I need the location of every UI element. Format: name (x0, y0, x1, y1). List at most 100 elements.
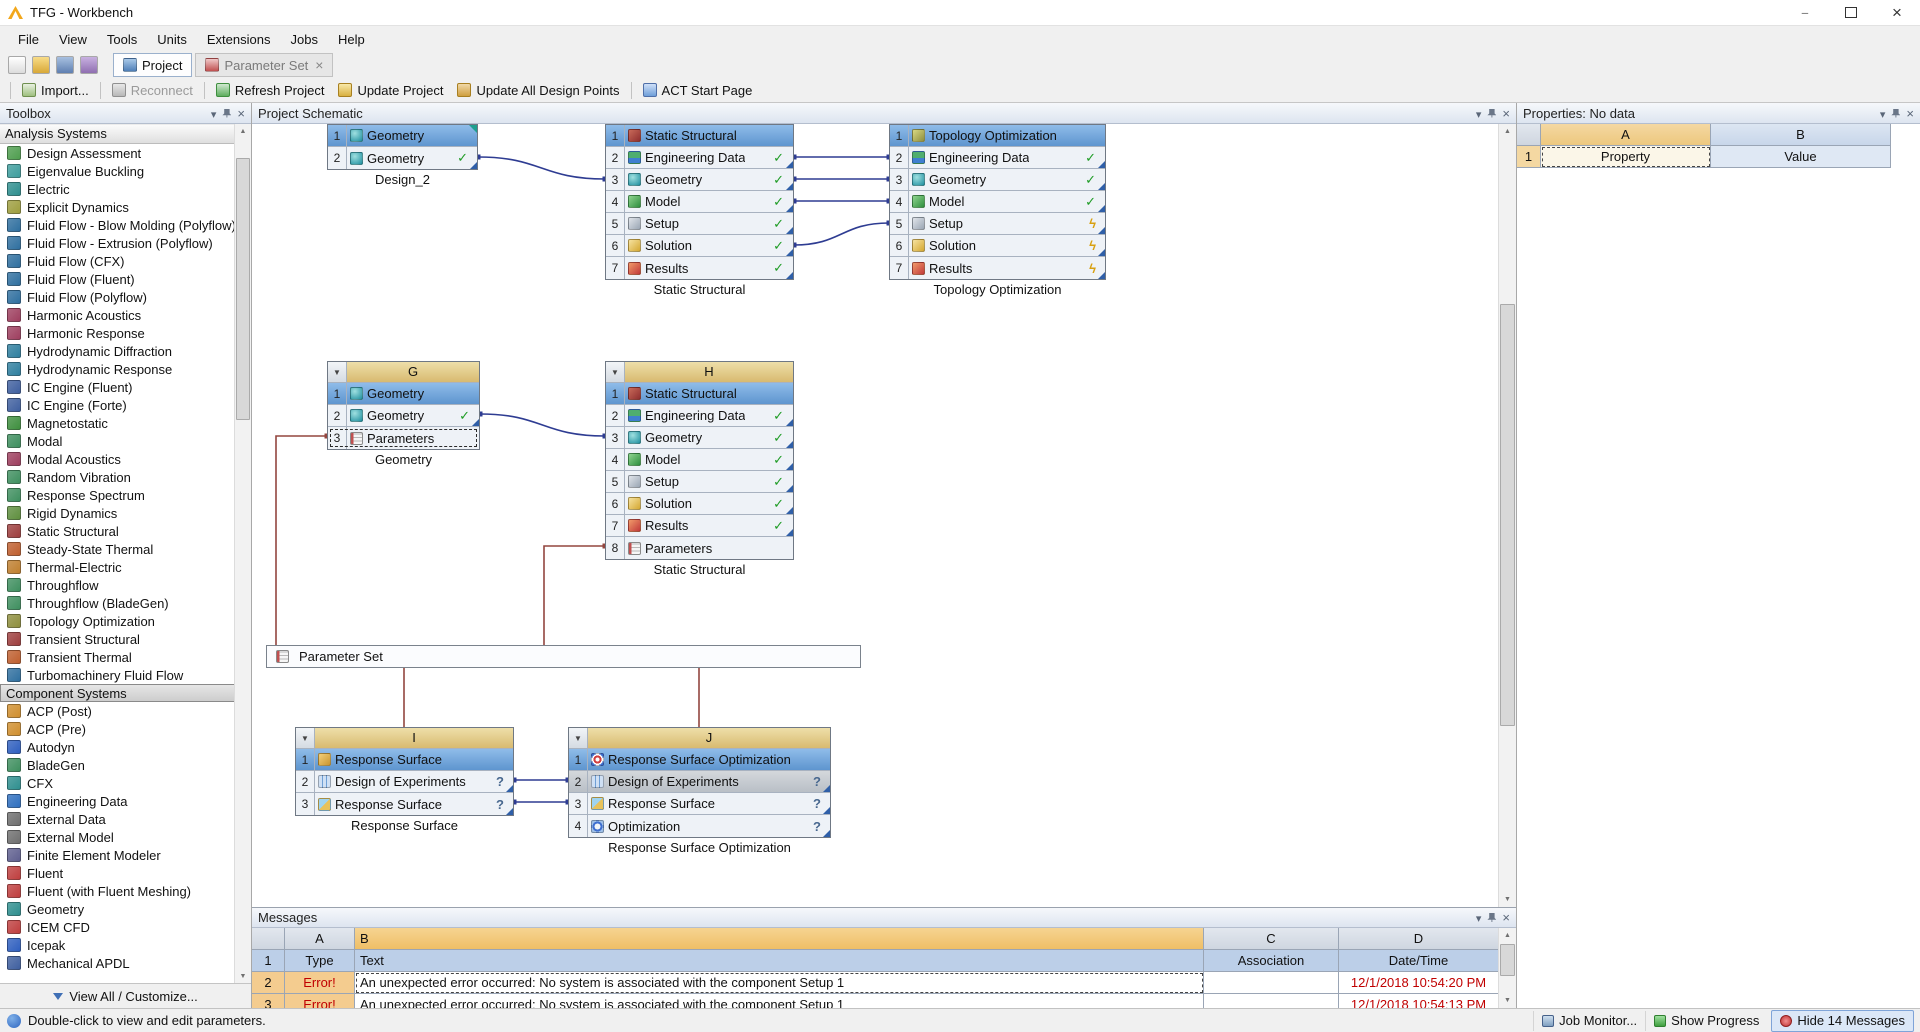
close-tab-icon[interactable] (313, 57, 323, 73)
system-H-cell-4[interactable]: 4 Model (606, 449, 793, 471)
system-caption[interactable]: Response Surface (256, 818, 553, 833)
toolbox-item-topology-optimization[interactable]: Topology Optimization (0, 612, 235, 630)
close-panel-icon[interactable] (237, 106, 245, 121)
toolbox-item-icem-cfd[interactable]: ICEM CFD (0, 918, 235, 936)
toolbox-item-eigenvalue-buckling[interactable]: Eigenvalue Buckling (0, 162, 235, 180)
toolbox-section-component-systems[interactable]: Component Systems (0, 684, 235, 702)
column-d-header[interactable]: D (1339, 928, 1499, 950)
schematic-scrollbar[interactable] (1498, 124, 1516, 907)
toolbox-item-hydrodynamic-response[interactable]: Hydrodynamic Response (0, 360, 235, 378)
schematic-canvas[interactable]: 1 Geometry 2 Geometry Design_2 1 Static Struct… (252, 124, 1516, 907)
toolbox-item-cfx[interactable]: CFX (0, 774, 235, 792)
system-B-cell-3[interactable]: 3 Geometry (606, 169, 793, 191)
value-cell[interactable]: Value (1711, 146, 1891, 168)
toolbar-button-import[interactable]: Import... (15, 81, 96, 100)
toolbox-item-ic-engine-forte[interactable]: IC Engine (Forte) (0, 396, 235, 414)
statusbar-button-job-monitor[interactable]: Job Monitor... (1533, 1010, 1645, 1031)
system-B-cell-6[interactable]: 6 Solution (606, 235, 793, 257)
menu-units[interactable]: Units (147, 28, 197, 51)
panel-caret-icon[interactable] (211, 106, 217, 121)
toolbox-item-design-assessment[interactable]: Design Assessment (0, 144, 235, 162)
system-caption[interactable]: Topology Optimization (850, 282, 1145, 297)
toolbox-item-transient-structural[interactable]: Transient Structural (0, 630, 235, 648)
toolbox-item-thermal-electric[interactable]: Thermal-Electric (0, 558, 235, 576)
toolbox-item-fluid-flow-fluent[interactable]: Fluid Flow (Fluent) (0, 270, 235, 288)
scroll-down-icon[interactable] (235, 969, 251, 984)
new-button[interactable] (8, 56, 26, 74)
toolbox-item-mechanical-apdl[interactable]: Mechanical APDL (0, 954, 235, 972)
system-H-cell-5[interactable]: 5 Setup (606, 471, 793, 493)
toolbox-item-turbomachinery-fluid-flow[interactable]: Turbomachinery Fluid Flow (0, 666, 235, 684)
toolbar-button-update-all-design-points[interactable]: Update All Design Points (450, 81, 626, 100)
toolbox-item-throughflow[interactable]: Throughflow (0, 576, 235, 594)
system-menu-arrow-icon[interactable] (328, 362, 347, 382)
column-c-header[interactable]: C (1204, 928, 1339, 950)
save-button[interactable] (56, 56, 74, 74)
system-G-cell-3[interactable]: 3 Parameters (328, 427, 479, 449)
message-row[interactable]: 3 Error! An unexpected error occurred: No … (252, 994, 1499, 1008)
system-C-cell-6[interactable]: 6 Solution (890, 235, 1105, 257)
toolbox-item-magnetostatic[interactable]: Magnetostatic (0, 414, 235, 432)
close-panel-icon[interactable] (1906, 106, 1914, 121)
toolbox-item-ic-engine-fluent[interactable]: IC Engine (Fluent) (0, 378, 235, 396)
pin-icon[interactable] (222, 108, 232, 118)
system-B-cell-1[interactable]: 1 Static Structural (606, 125, 793, 147)
system-menu-arrow-icon[interactable] (606, 362, 625, 382)
toolbox-item-finite-element-modeler[interactable]: Finite Element Modeler (0, 846, 235, 864)
scroll-up-icon[interactable] (235, 124, 251, 139)
system-A-cell-2[interactable]: 2 Geometry (328, 147, 477, 169)
toolbox-item-rigid-dynamics[interactable]: Rigid Dynamics (0, 504, 235, 522)
toolbox-item-acp-post[interactable]: ACP (Post) (0, 702, 235, 720)
system-C-cell-2[interactable]: 2 Engineering Data (890, 147, 1105, 169)
system-J-cell-1[interactable]: 1 Response Surface Optimization (569, 749, 830, 771)
statusbar-button-hide-14-messages[interactable]: Hide 14 Messages (1771, 1009, 1914, 1032)
system-C-cell-7[interactable]: 7 Results (890, 257, 1105, 279)
system-H-cell-3[interactable]: 3 Geometry (606, 427, 793, 449)
system-C-cell-5[interactable]: 5 Setup (890, 213, 1105, 235)
toolbox-item-fluent-with-fluent-meshing[interactable]: Fluent (with Fluent Meshing) (0, 882, 235, 900)
pin-icon[interactable] (1891, 108, 1901, 118)
pin-icon[interactable] (1487, 108, 1497, 118)
view-all-customize-button[interactable]: View All / Customize... (0, 983, 251, 1008)
system-H-cell-8[interactable]: 8 Parameters (606, 537, 793, 559)
scroll-up-icon[interactable] (1499, 928, 1516, 943)
system-caption[interactable]: Static Structural (566, 282, 833, 297)
property-cell[interactable]: Property (1541, 146, 1711, 168)
message-row[interactable]: 2 Error! An unexpected error occurred: No … (252, 972, 1499, 994)
column-a-header[interactable]: A (1541, 124, 1711, 146)
system-J-cell-4[interactable]: 4 Optimization (569, 815, 830, 837)
menu-view[interactable]: View (49, 28, 97, 51)
column-b-header[interactable]: B (355, 928, 1204, 950)
system-menu-arrow-icon[interactable] (296, 728, 315, 748)
toolbox-item-static-structural[interactable]: Static Structural (0, 522, 235, 540)
system-H-cell-1[interactable]: 1 Static Structural (606, 383, 793, 405)
toolbox-item-harmonic-response[interactable]: Harmonic Response (0, 324, 235, 342)
column-b-header[interactable]: B (1711, 124, 1891, 146)
statusbar-button-show-progress[interactable]: Show Progress (1645, 1010, 1767, 1031)
toolbox-item-geometry[interactable]: Geometry (0, 900, 235, 918)
open-button[interactable] (32, 56, 50, 74)
toolbox-item-fluent[interactable]: Fluent (0, 864, 235, 882)
scroll-down-icon[interactable] (1499, 993, 1516, 1008)
system-B-cell-4[interactable]: 4 Model (606, 191, 793, 213)
toolbox-item-harmonic-acoustics[interactable]: Harmonic Acoustics (0, 306, 235, 324)
system-G-cell-2[interactable]: 2 Geometry (328, 405, 479, 427)
panel-caret-icon[interactable] (1476, 106, 1482, 121)
system-C-cell-3[interactable]: 3 Geometry (890, 169, 1105, 191)
system-H-cell-6[interactable]: 6 Solution (606, 493, 793, 515)
toolbar-button-refresh-project[interactable]: Refresh Project (209, 81, 332, 100)
toolbox-item-external-model[interactable]: External Model (0, 828, 235, 846)
system-H-cell-2[interactable]: 2 Engineering Data (606, 405, 793, 427)
system-B-cell-5[interactable]: 5 Setup (606, 213, 793, 235)
toolbar-button-update-project[interactable]: Update Project (331, 81, 450, 100)
toolbox-item-electric[interactable]: Electric (0, 180, 235, 198)
toolbox-item-autodyn[interactable]: Autodyn (0, 738, 235, 756)
system-J-cell-3[interactable]: 3 Response Surface (569, 793, 830, 815)
menu-jobs[interactable]: Jobs (280, 28, 327, 51)
system-C-cell-4[interactable]: 4 Model (890, 191, 1105, 213)
system-B-cell-2[interactable]: 2 Engineering Data (606, 147, 793, 169)
panel-caret-icon[interactable] (1476, 910, 1482, 925)
system-A-cell-1[interactable]: 1 Geometry (328, 125, 477, 147)
toolbar-button-act-start-page[interactable]: ACT Start Page (636, 81, 760, 100)
column-a-header[interactable]: A (285, 928, 355, 950)
